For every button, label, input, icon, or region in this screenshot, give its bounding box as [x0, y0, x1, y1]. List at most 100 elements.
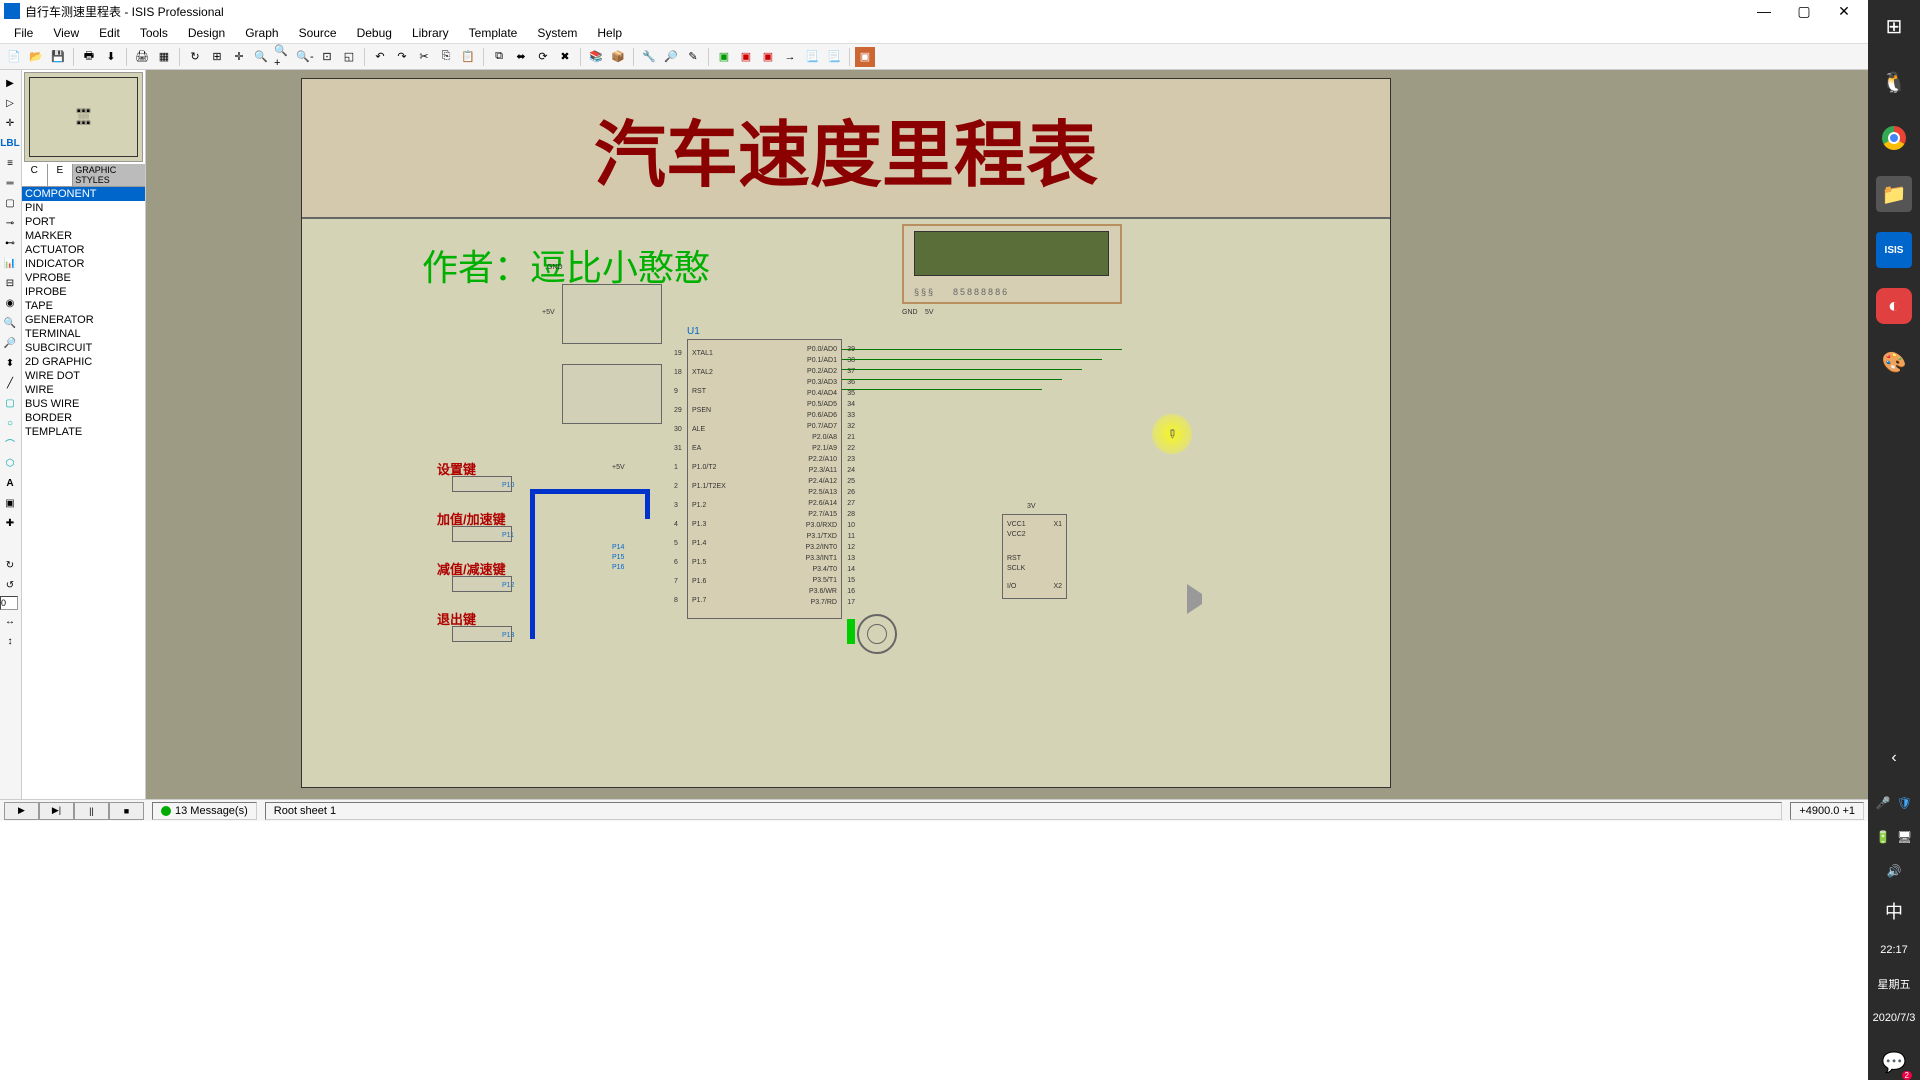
mic-icon[interactable]: 🎤: [1876, 796, 1891, 810]
bus-mode-icon[interactable]: ═: [0, 174, 20, 192]
menu-design[interactable]: Design: [178, 24, 235, 42]
block-delete-button[interactable]: ✖: [555, 47, 575, 67]
iprobe-mode-icon[interactable]: 🔎: [0, 334, 20, 352]
lcd-component[interactable]: §§§ 85888886: [902, 224, 1122, 304]
tape-mode-icon[interactable]: ⊟: [0, 274, 20, 292]
play-button[interactable]: ▶: [4, 802, 39, 820]
vprobe-mode-icon[interactable]: 🔍: [0, 314, 20, 332]
label-mode-icon[interactable]: LBL: [0, 134, 20, 152]
mcu-chip[interactable]: XTAL119XTAL218RST9PSEN29ALE30EA31P1.0/T2…: [687, 339, 842, 619]
terminal-mode-icon[interactable]: ⊸: [0, 214, 20, 232]
qq-icon[interactable]: 🐧: [1876, 64, 1912, 100]
bom-button[interactable]: 📃: [802, 47, 822, 67]
grid-toggle-button[interactable]: ⊞: [207, 47, 227, 67]
rotate-ccw-icon[interactable]: ↺: [0, 576, 20, 594]
refresh-button[interactable]: ↻: [185, 47, 205, 67]
zoom-all-button[interactable]: ⊡: [317, 47, 337, 67]
mirror-h-icon[interactable]: ↔: [0, 612, 20, 630]
text-mode-icon[interactable]: A: [0, 474, 20, 492]
ares-link-button[interactable]: ▣: [855, 47, 875, 67]
list-item[interactable]: 2D GRAPHIC: [22, 355, 145, 369]
block-rotate-button[interactable]: ⟳: [533, 47, 553, 67]
list-item[interactable]: TERMINAL: [22, 327, 145, 341]
pick-button[interactable]: 📚: [586, 47, 606, 67]
menu-edit[interactable]: Edit: [89, 24, 130, 42]
mirror-v-icon[interactable]: ↕: [0, 632, 20, 650]
pan-button[interactable]: 🔍: [251, 47, 271, 67]
list-item[interactable]: BUS WIRE: [22, 397, 145, 411]
wire[interactable]: [842, 359, 1102, 360]
block-copy-button[interactable]: ⧉: [489, 47, 509, 67]
reset-circuit[interactable]: [562, 364, 662, 424]
list-item[interactable]: WIRE: [22, 383, 145, 397]
minimize-button[interactable]: —: [1744, 0, 1784, 22]
zoom-area-button[interactable]: ◱: [339, 47, 359, 67]
grid-button[interactable]: ▦: [154, 47, 174, 67]
component-mode-icon[interactable]: ▷: [0, 94, 20, 112]
zoom-in-button[interactable]: 🔍+: [273, 47, 293, 67]
motor-component[interactable]: [857, 614, 897, 654]
list-item[interactable]: MARKER: [22, 229, 145, 243]
rotation-input[interactable]: [0, 596, 18, 610]
selection-mode-icon[interactable]: ▶: [0, 74, 20, 92]
isis-app-icon[interactable]: ISIS: [1876, 232, 1912, 268]
clock-time[interactable]: 22:17: [1880, 944, 1908, 956]
wire[interactable]: [842, 389, 1042, 390]
paste-button[interactable]: 📋: [458, 47, 478, 67]
menu-graph[interactable]: Graph: [235, 24, 288, 42]
list-item[interactable]: VPROBE: [22, 271, 145, 285]
list-item[interactable]: INDICATOR: [22, 257, 145, 271]
circle-mode-icon[interactable]: ○: [0, 414, 20, 432]
import-button[interactable]: ⬇: [101, 47, 121, 67]
message-status[interactable]: 13 Message(s): [152, 802, 257, 820]
zoom-out-button[interactable]: 🔍-: [295, 47, 315, 67]
transfer-button[interactable]: →: [780, 47, 800, 67]
stop-button[interactable]: ■: [109, 802, 144, 820]
origin-button[interactable]: ✛: [229, 47, 249, 67]
menu-template[interactable]: Template: [459, 24, 528, 42]
button-exit[interactable]: [452, 626, 512, 642]
tab-e[interactable]: E: [48, 164, 74, 186]
list-item[interactable]: BORDER: [22, 411, 145, 425]
expand-icon[interactable]: ‹: [1876, 740, 1912, 776]
generator-mode-icon[interactable]: ◉: [0, 294, 20, 312]
pin-mode-icon[interactable]: ⊷: [0, 234, 20, 252]
menu-system[interactable]: System: [527, 24, 587, 42]
menu-source[interactable]: Source: [289, 24, 347, 42]
symbol-mode-icon[interactable]: ▣: [0, 494, 20, 512]
windows-start-icon[interactable]: ⊞: [1876, 8, 1912, 44]
tab-c[interactable]: C: [22, 164, 48, 186]
arc-mode-icon[interactable]: ⌒: [0, 434, 20, 452]
close-button[interactable]: ✕: [1824, 0, 1864, 22]
list-item[interactable]: IPROBE: [22, 285, 145, 299]
button-dec[interactable]: [452, 576, 512, 592]
battery-icon[interactable]: 🔋: [1876, 830, 1891, 844]
rtc-chip[interactable]: VCC1 VCC2 RST SCLK I/O X1 X2 3V: [1002, 514, 1067, 599]
rotate-cw-icon[interactable]: ↻: [0, 556, 20, 574]
volume-icon[interactable]: 🔊: [1887, 864, 1902, 878]
step-button[interactable]: ▶|: [39, 802, 74, 820]
selected-wire[interactable]: [530, 489, 535, 639]
list-item[interactable]: PORT: [22, 215, 145, 229]
ime-indicator[interactable]: 中: [1885, 898, 1903, 924]
menu-library[interactable]: Library: [402, 24, 459, 42]
undo-button[interactable]: ↶: [370, 47, 390, 67]
chrome-icon[interactable]: [1876, 120, 1912, 156]
search-button[interactable]: 🔎: [661, 47, 681, 67]
graph-mode-icon[interactable]: 📊: [0, 254, 20, 272]
list-item[interactable]: WIRE DOT: [22, 369, 145, 383]
path-mode-icon[interactable]: ⬡: [0, 454, 20, 472]
explorer-icon[interactable]: 📁: [1876, 176, 1912, 212]
ares-button[interactable]: 📃: [824, 47, 844, 67]
new-button[interactable]: 📄: [4, 47, 24, 67]
print-button[interactable]: 🖨: [132, 47, 152, 67]
erc-button[interactable]: ▣: [736, 47, 756, 67]
defender-icon[interactable]: 🛡: [1897, 796, 1912, 810]
object-browser[interactable]: COMPONENTPINPORTMARKERACTUATORINDICATORV…: [22, 187, 145, 799]
wire[interactable]: [842, 379, 1062, 380]
list-item[interactable]: ACTUATOR: [22, 243, 145, 257]
app-icon-red[interactable]: ◐: [1876, 288, 1912, 324]
menu-view[interactable]: View: [43, 24, 89, 42]
menu-tools[interactable]: Tools: [130, 24, 178, 42]
button-inc[interactable]: [452, 526, 512, 542]
